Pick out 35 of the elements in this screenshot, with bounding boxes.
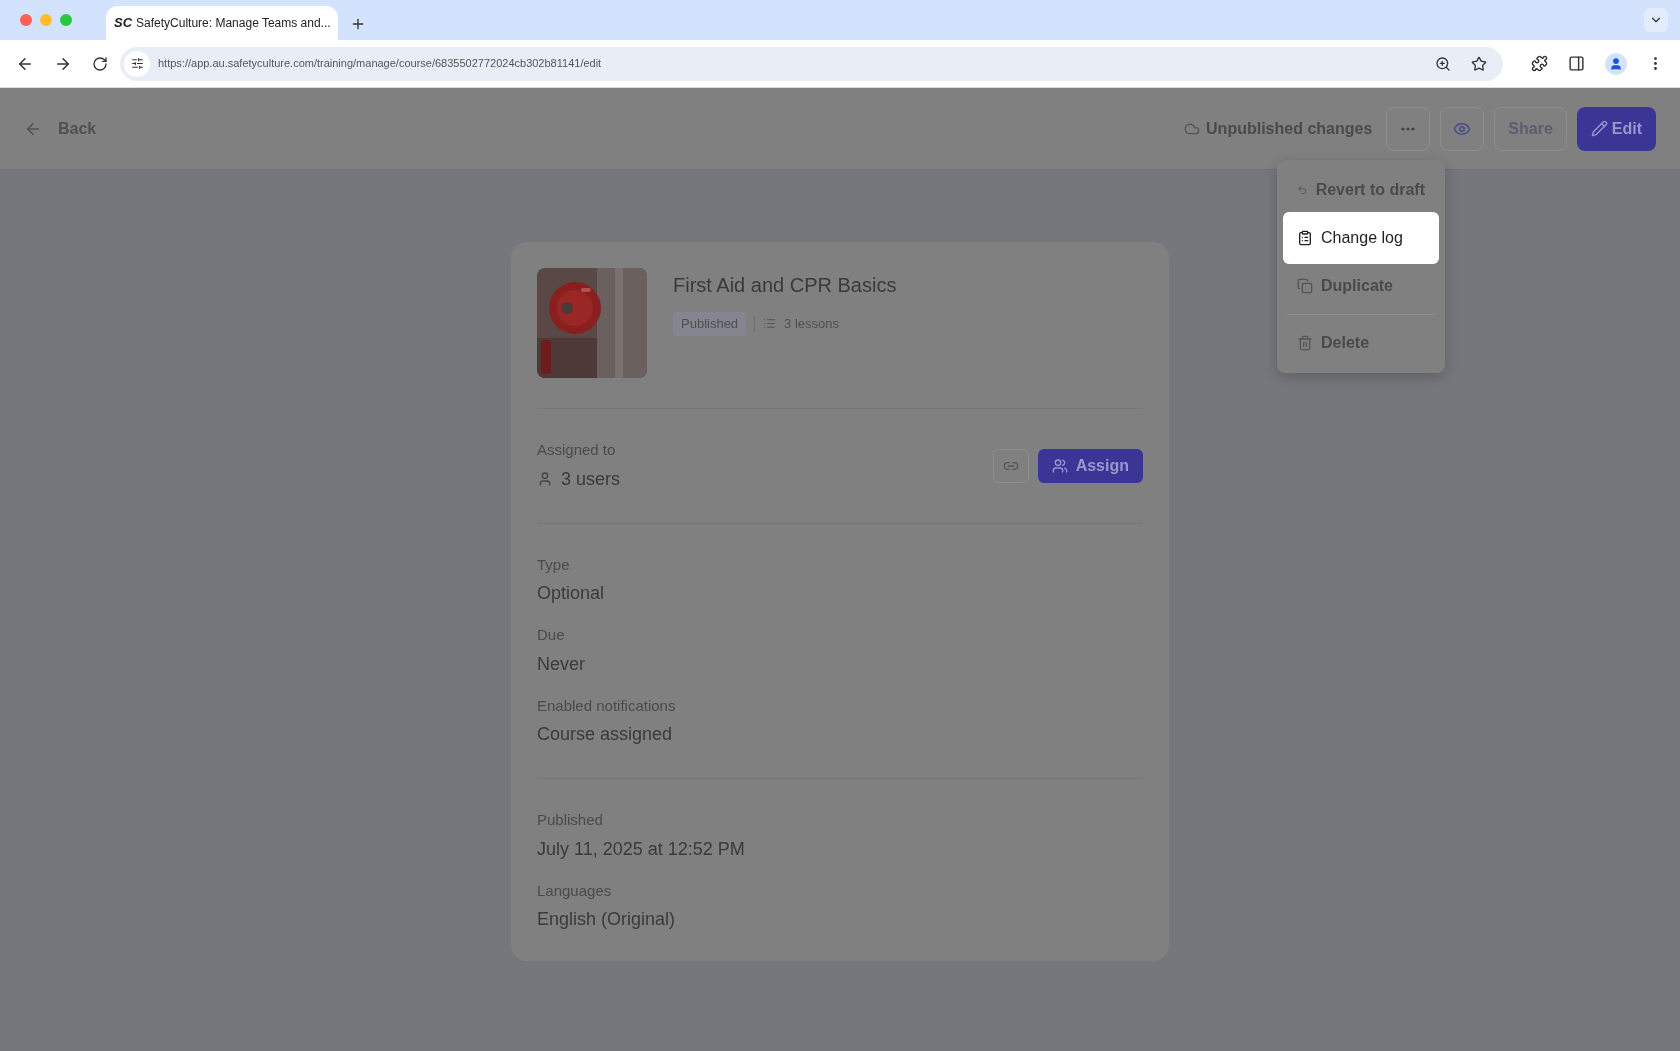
tab-title: SafetyCulture: Manage Teams and...	[136, 15, 331, 32]
zoom-icon[interactable]	[1435, 55, 1451, 72]
new-tab-icon[interactable]	[350, 16, 366, 32]
site-settings-button[interactable]	[124, 50, 150, 77]
sliders-icon	[130, 57, 144, 70]
url-text: https://app.au.safetyculture.com/training/manage/course/6835502772024cb302b81141/edit	[158, 56, 602, 72]
more-icon	[1401, 126, 1416, 131]
person-icon	[537, 471, 553, 487]
trash-icon	[1297, 335, 1313, 351]
person-icon	[1609, 56, 1623, 71]
reload-icon[interactable]	[92, 55, 108, 72]
pencil-icon	[1590, 120, 1608, 137]
assigned-users: 3 users	[561, 467, 621, 491]
clipboard-icon	[1297, 230, 1313, 246]
tab-search-button[interactable]	[1644, 8, 1668, 32]
extensions-icon[interactable]	[1531, 55, 1548, 72]
edit-button[interactable]: Edit	[1576, 106, 1656, 151]
status-tag: Published	[673, 312, 747, 336]
field-value: July 11, 2025 at 12:52 PM	[537, 837, 746, 861]
list-icon	[763, 317, 777, 331]
field-value: Never	[537, 652, 586, 676]
address-bar[interactable]: https://app.au.safetyculture.com/training/manage/course/6835502772024cb302b81141/edit	[120, 46, 1503, 81]
field-value: English (Original)	[537, 908, 677, 931]
field-value: Course assigned	[537, 723, 674, 746]
profile-avatar[interactable]	[1605, 52, 1627, 75]
course-title: First Aid and CPR Basics	[673, 273, 897, 298]
side-panel-icon[interactable]	[1568, 55, 1585, 72]
users-icon	[1051, 457, 1068, 474]
assign-button[interactable]: Assign	[1037, 448, 1143, 483]
browser-tab[interactable]: SC SafetyCulture: Manage Teams and...	[106, 6, 338, 40]
tab-logo: SC	[114, 14, 133, 33]
menu-item[interactable]: Change log	[1283, 212, 1439, 264]
bookmark-star-icon[interactable]	[1471, 55, 1487, 72]
copy-icon	[1297, 278, 1313, 294]
field-value: Optional	[537, 582, 606, 605]
